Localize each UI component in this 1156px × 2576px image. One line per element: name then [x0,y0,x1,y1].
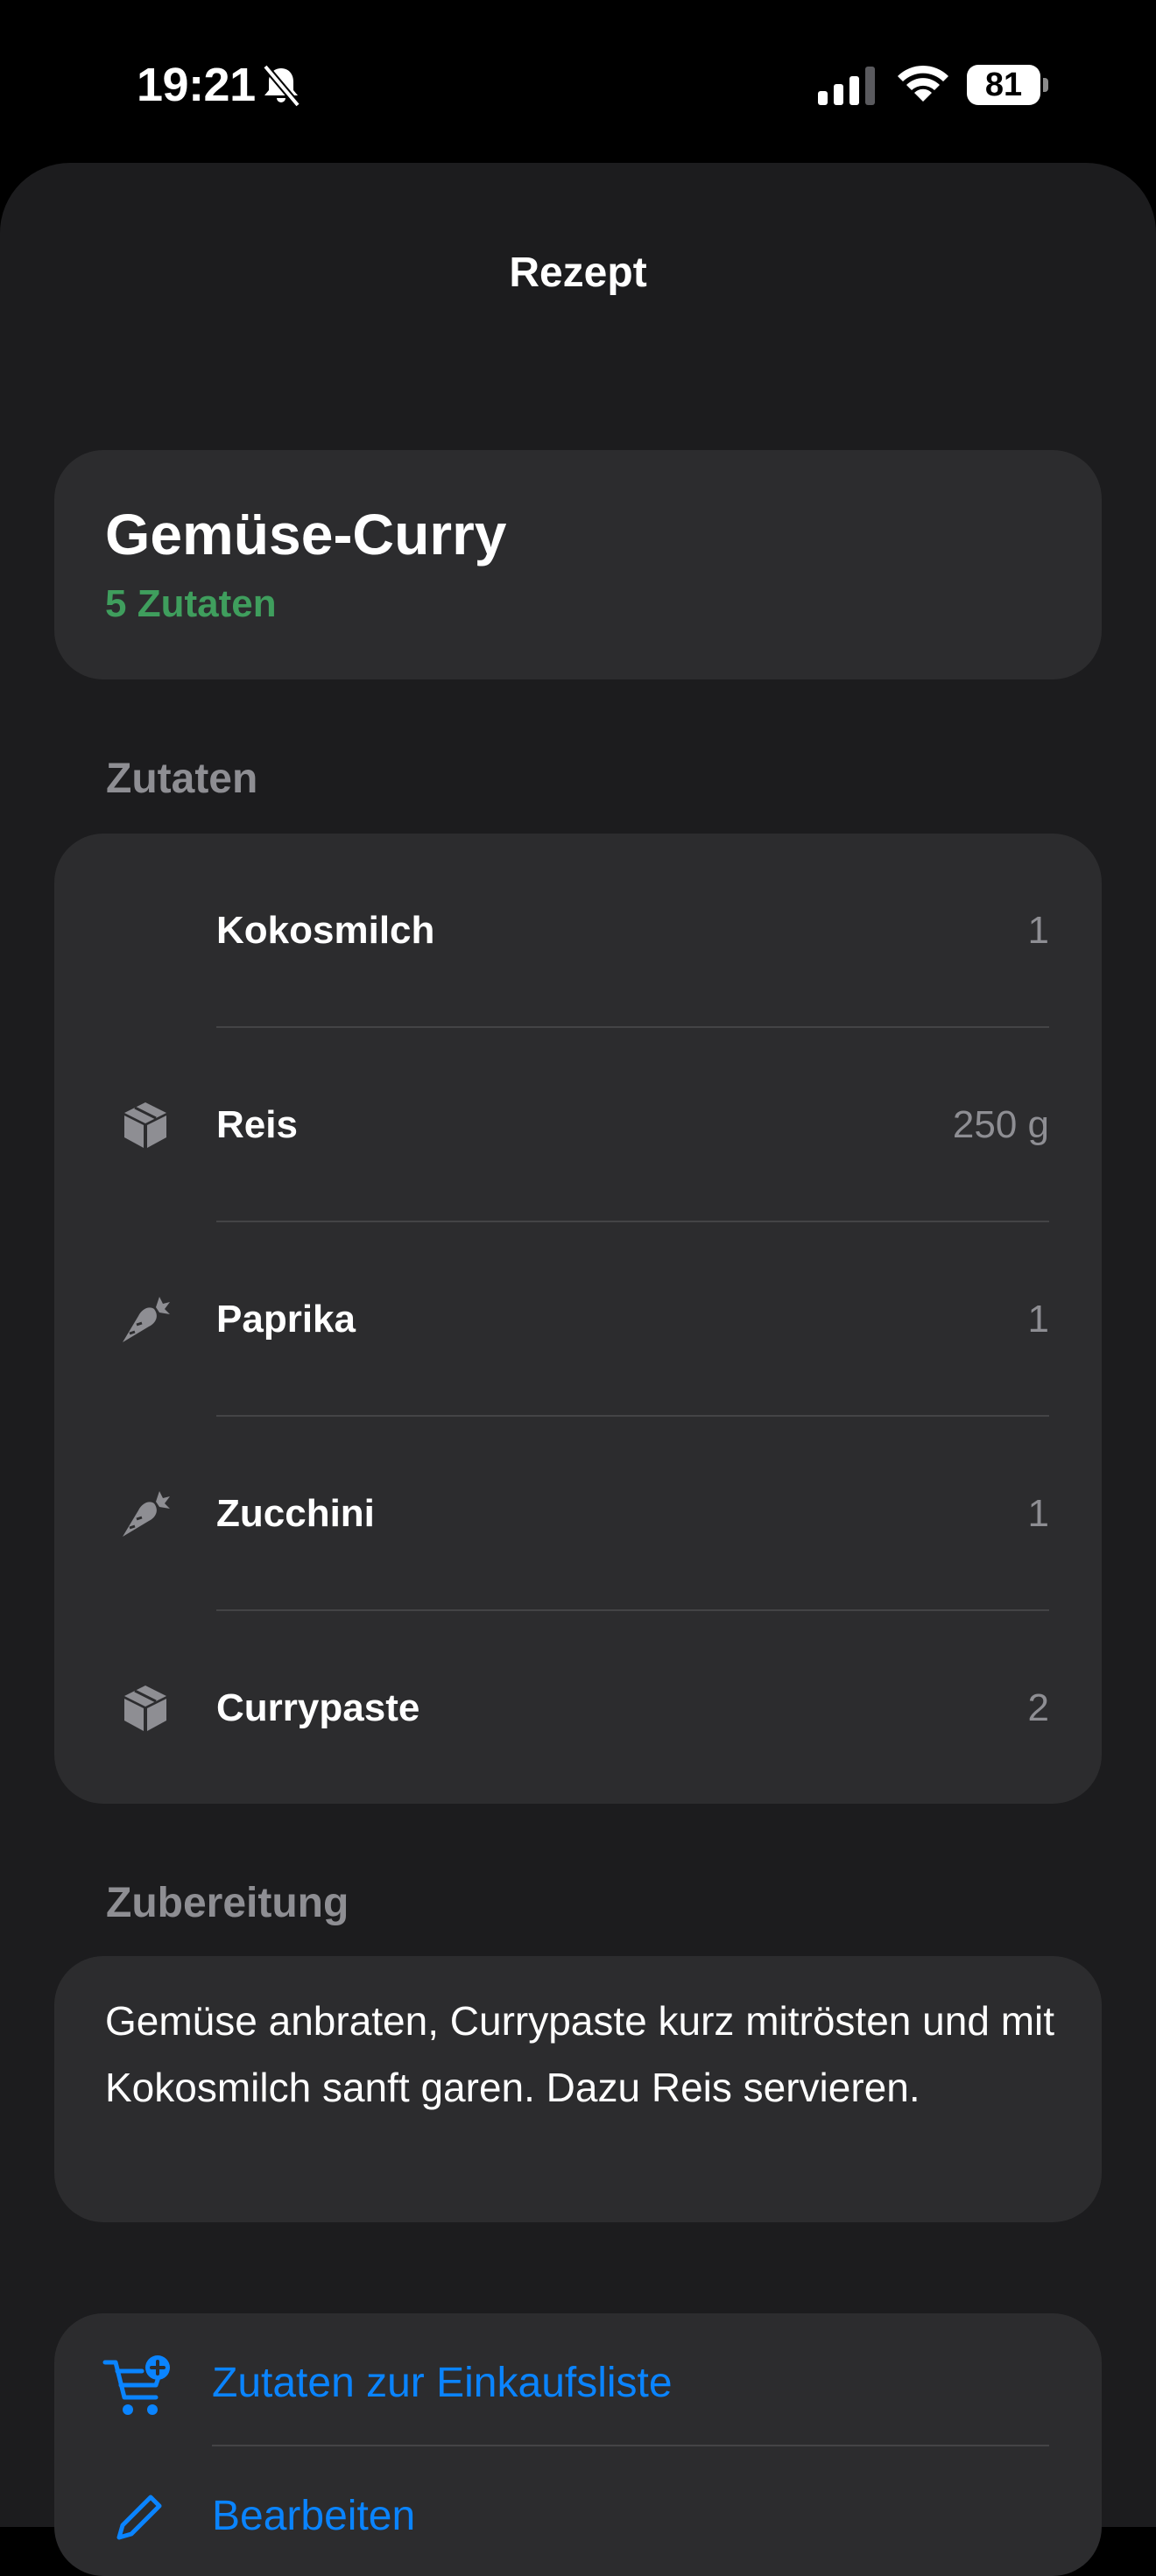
ingredient-name: Currypaste [216,1686,420,1729]
cart-plus-icon [102,2355,170,2415]
ingredient-name: Zucchini [216,1492,375,1535]
preparation-section-header: Zubereitung [106,1880,349,1926]
battery-icon: 81 [967,65,1048,105]
ingredient-row[interactable]: Currypaste 2 [54,1611,1102,1804]
ingredient-quantity: 1 [1027,1492,1049,1535]
ingredient-name: Paprika [216,1298,356,1341]
nav-title: Rezept [509,250,647,296]
ingredient-count: 5 Zutaten [105,582,277,625]
recipe-header-card: Gemüse-Curry 5 Zutaten [54,450,1102,679]
edit-label: Bearbeiten [212,2493,416,2539]
preparation-text: Gemüse anbraten, Currypaste kurz mitröst… [105,1998,1055,2110]
ingredients-list: Kokosmilch 1 Reis 250 g Paprika 1 Zucchi… [54,834,1102,1804]
add-to-shopping-list-label: Zutaten zur Einkaufsliste [212,2360,673,2406]
ingredient-quantity: 250 g [952,1103,1049,1146]
add-to-shopping-list-button[interactable]: Zutaten zur Einkaufsliste [54,2313,1102,2446]
battery-level: 81 [967,65,1040,105]
ingredient-name: Kokosmilch [216,909,435,952]
edit-button[interactable]: Bearbeiten [54,2446,1102,2576]
pencil-icon [116,2495,162,2540]
status-bar: 19:21 81 [0,0,1156,163]
cellular-signal-icon [818,67,875,105]
package-icon [124,1686,166,1731]
preparation-card: Gemüse anbraten, Currypaste kurz mitröst… [54,1956,1102,2222]
ingredient-row[interactable]: Reis 250 g [54,1028,1102,1222]
ingredient-row[interactable]: Kokosmilch 1 [54,834,1102,1028]
bell-slash-icon [262,64,301,108]
carrot-icon [123,1297,170,1342]
package-icon [124,1102,166,1148]
ingredients-section-header: Zutaten [106,756,258,802]
ingredient-quantity: 1 [1027,909,1049,952]
ingredient-name: Reis [216,1103,298,1146]
status-time: 19:21 [137,59,256,111]
recipe-name: Gemüse-Curry [105,502,507,567]
ingredient-row[interactable]: Zucchini 1 [54,1417,1102,1611]
ingredient-row[interactable]: Paprika 1 [54,1222,1102,1417]
actions-card: Zutaten zur Einkaufsliste Bearbeiten [54,2313,1102,2576]
ingredient-quantity: 1 [1027,1298,1049,1341]
carrot-icon [123,1491,170,1537]
ingredient-quantity: 2 [1027,1686,1049,1729]
wifi-icon [898,65,948,102]
